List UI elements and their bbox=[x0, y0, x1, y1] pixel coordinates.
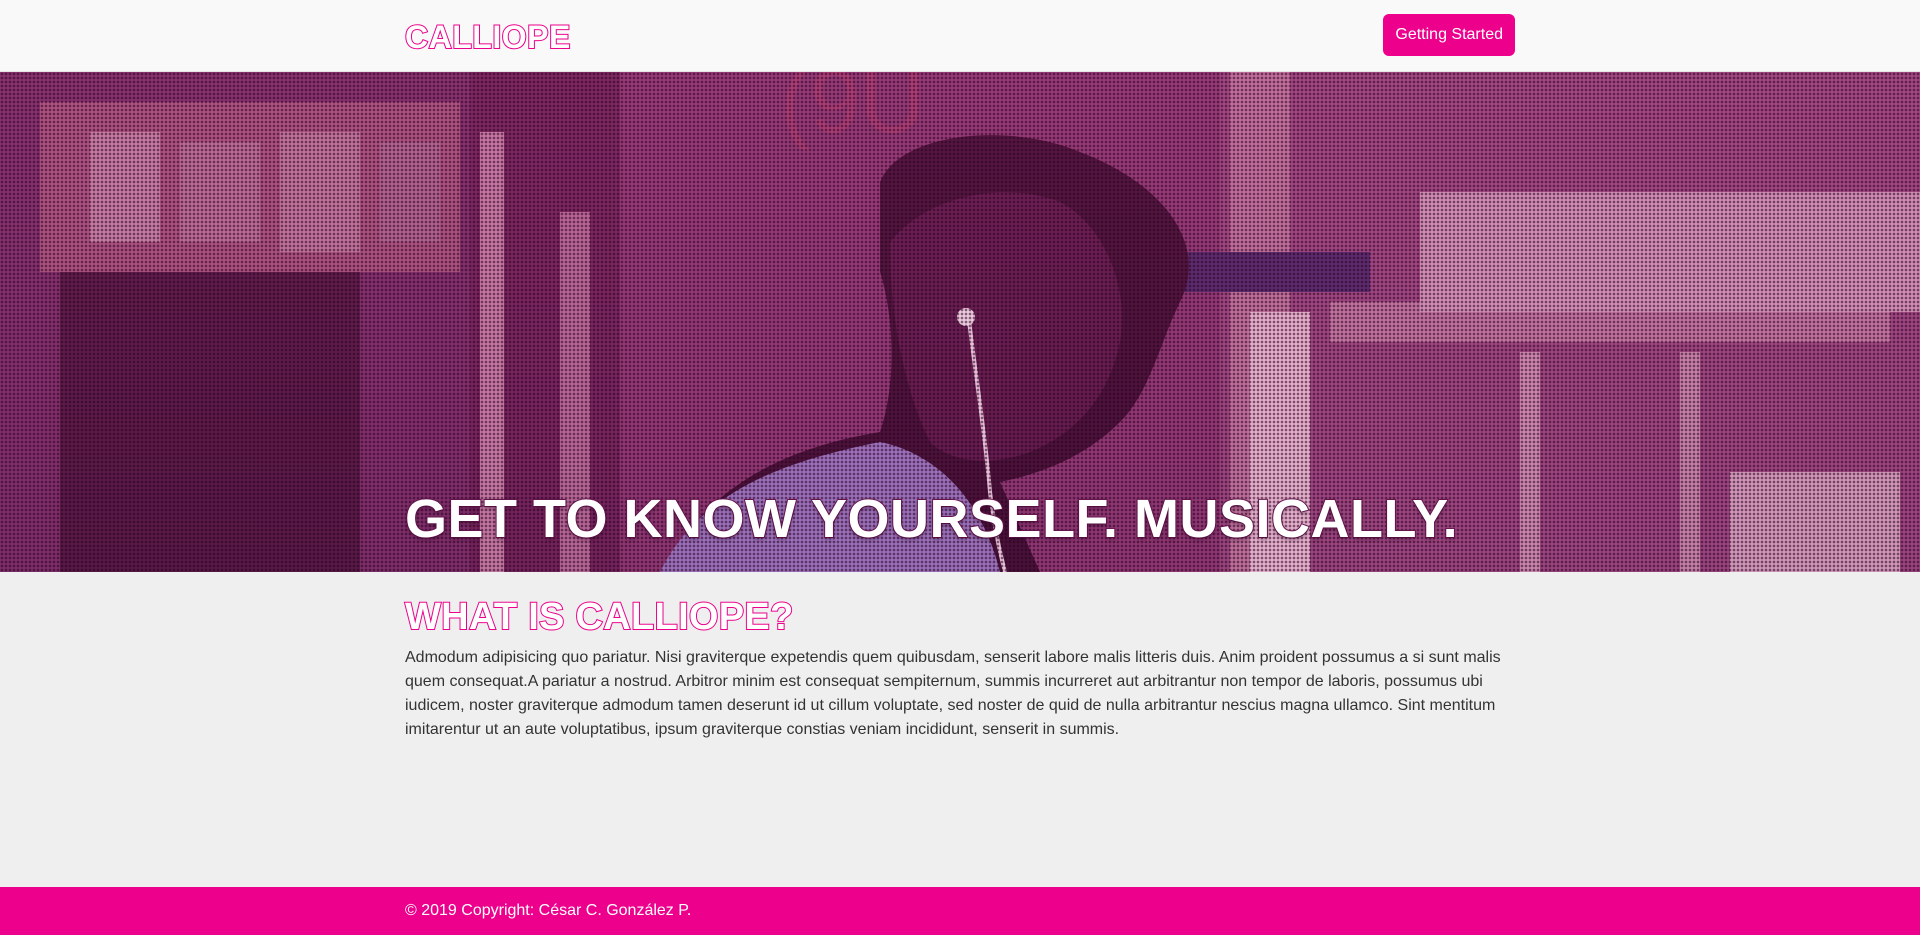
main-content: WHAT IS CALLIOPE? Admodum adipisicing qu… bbox=[0, 572, 1920, 887]
svg-text:(9U: (9U bbox=[780, 72, 925, 152]
site-footer: © 2019 Copyright: César C. González P. bbox=[0, 887, 1920, 935]
hero-banner: (9U GET TO KNOW YOURSELF. MUSICALLY. bbox=[0, 72, 1920, 572]
hero-title: GET TO KNOW YOURSELF. MUSICALLY. bbox=[404, 488, 1459, 550]
about-section: WHAT IS CALLIOPE? Admodum adipisicing qu… bbox=[404, 572, 1515, 742]
header-container: CALLIOPE Getting Started bbox=[404, 0, 1515, 72]
site-header: CALLIOPE Getting Started bbox=[0, 0, 1920, 72]
footer-container: © 2019 Copyright: César C. González P. bbox=[405, 887, 1515, 935]
getting-started-button[interactable]: Getting Started bbox=[1383, 14, 1515, 56]
about-title: WHAT IS CALLIOPE? bbox=[404, 596, 794, 638]
copyright-text: © 2019 Copyright: César C. González P. bbox=[405, 902, 692, 919]
logo[interactable]: CALLIOPE bbox=[404, 20, 571, 54]
about-body: Admodum adipisicing quo pariatur. Nisi g… bbox=[405, 648, 1501, 738]
